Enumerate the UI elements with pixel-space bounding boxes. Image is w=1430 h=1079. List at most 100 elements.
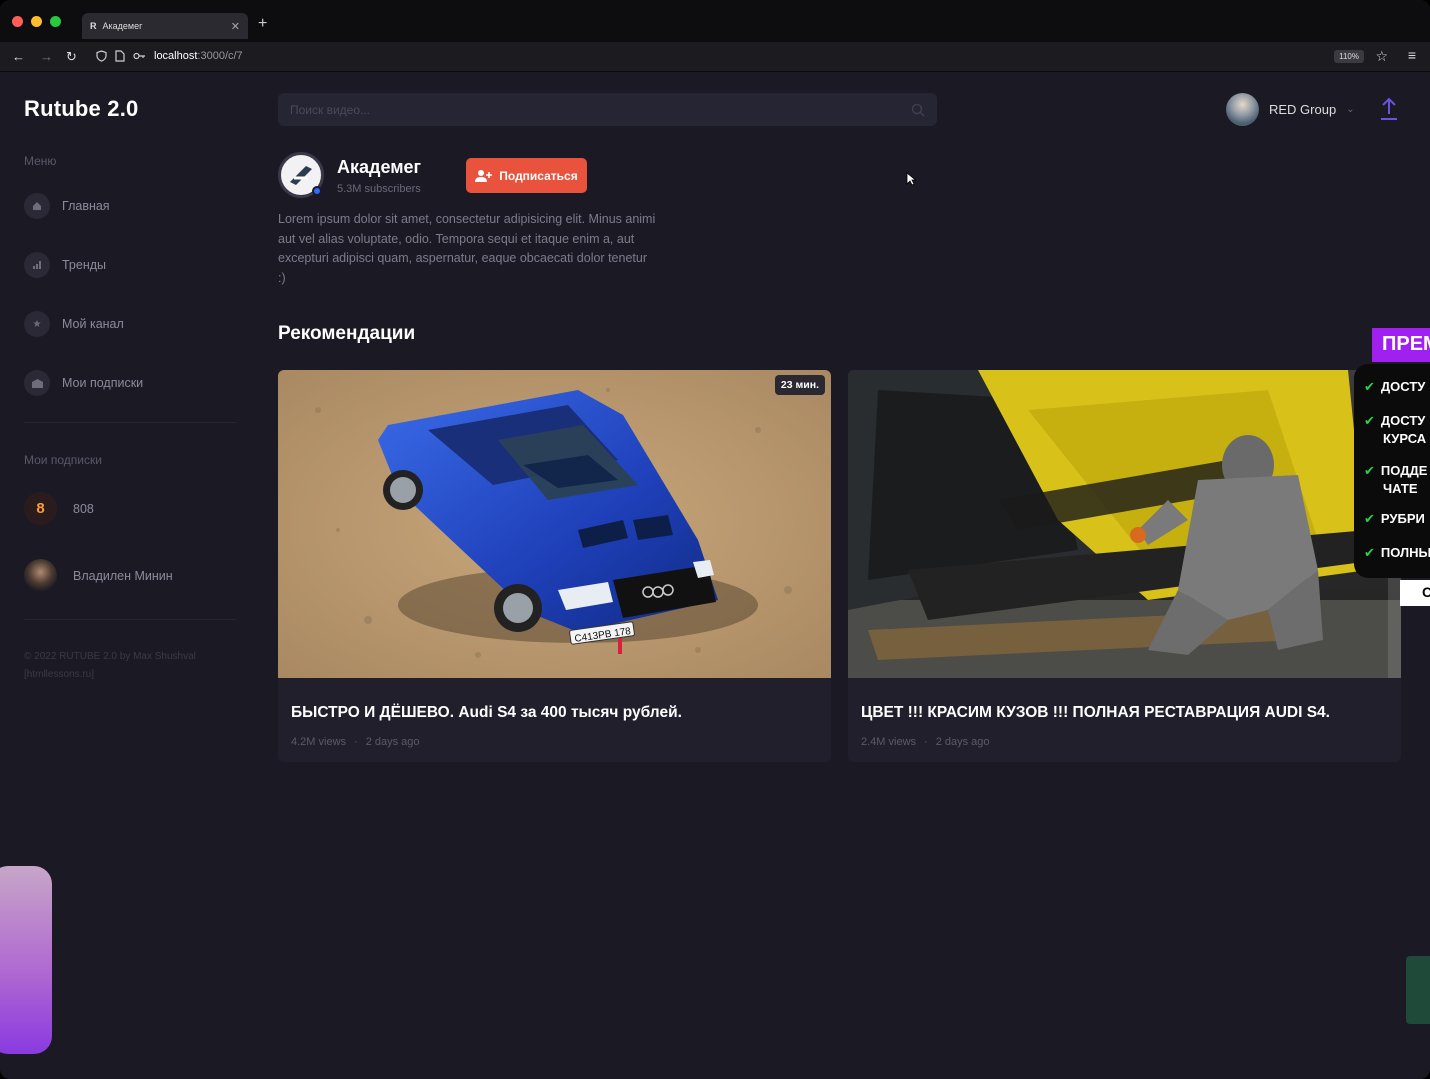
promo-line: ✔ ДОСТУ xyxy=(1364,379,1426,394)
tab-title: Академег xyxy=(102,21,143,31)
copyright-line: © 2022 RUTUBE 2.0 by Max Shushval xyxy=(24,651,196,662)
sidebar-item-label: Мой канал xyxy=(62,317,124,331)
sidebar-item-label: Тренды xyxy=(62,258,107,272)
subscriber-count: 5.3M subscribers xyxy=(337,183,421,195)
promo-header: ПРЕМ xyxy=(1372,328,1430,362)
url-path: :3000/c/7 xyxy=(197,50,243,62)
video-thumbnail[interactable] xyxy=(848,370,1401,678)
check-icon: ✔ xyxy=(1364,545,1375,560)
video-title[interactable]: БЫСТРО И ДЁШЕВО. Audi S4 за 400 тысяч ру… xyxy=(291,704,682,722)
channel-description: Lorem ipsum dolor sit amet, consectetur … xyxy=(278,212,656,285)
sidebar-divider xyxy=(24,619,236,620)
search-icon[interactable] xyxy=(911,103,925,117)
copyright-link[interactable]: [htmllessons.ru] xyxy=(24,666,196,684)
video-meta: 2.4M views · 2 days ago xyxy=(861,736,990,748)
sidebar-item-subscriptions[interactable]: Мои подписки xyxy=(24,370,143,396)
minimize-window-button[interactable] xyxy=(31,15,42,27)
subscriptions-section-title: Мои подписки xyxy=(24,453,102,467)
tab-close-icon[interactable]: ✕ xyxy=(231,20,240,33)
video-card[interactable]: С413РВ 178 23 мин. БЫСТРО И ДЁШЕВО. Audi… xyxy=(278,370,831,762)
profile-menu[interactable]: RED Group ⌄ xyxy=(1226,93,1355,126)
chevron-down-icon: ⌄ xyxy=(1346,104,1355,115)
section-title: Рекомендации xyxy=(278,323,416,344)
sidebar-item-my-channel[interactable]: ★ Мой канал xyxy=(24,311,124,337)
mouse-cursor-icon xyxy=(906,172,916,186)
chart-icon xyxy=(24,252,50,278)
video-title[interactable]: ЦВЕТ !!! КРАСИМ КУЗОВ !!! ПОЛНАЯ РЕСТАВР… xyxy=(861,704,1330,722)
new-tab-icon[interactable]: + xyxy=(258,15,267,33)
video-meta: 4.2M views · 2 days ago xyxy=(291,736,420,748)
promo-line: ✔ РУБРИ xyxy=(1364,511,1425,526)
maximize-window-button[interactable] xyxy=(50,15,61,27)
profile-name: RED Group xyxy=(1269,102,1337,117)
avatar xyxy=(1226,93,1259,126)
sidebar-item-home[interactable]: Главная xyxy=(24,193,110,219)
browser-titlebar: R Академег ✕ + xyxy=(0,0,1430,42)
meta-separator: · xyxy=(354,736,358,748)
subscribe-button[interactable]: Подписаться xyxy=(466,158,587,193)
reload-icon[interactable]: ↻ xyxy=(66,49,77,65)
key-icon xyxy=(133,52,145,60)
browser-navbar: ← → ↻ localhost:3000/c/7 110% ☆ ≡ xyxy=(0,42,1430,72)
view-count: 2.4M views xyxy=(861,736,917,748)
add-user-icon xyxy=(475,169,493,182)
floating-overlay xyxy=(0,866,52,1054)
check-icon: ✔ xyxy=(1364,463,1375,478)
video-thumbnail[interactable]: С413РВ 178 23 мин. xyxy=(278,370,831,678)
audi-car-image: С413РВ 178 xyxy=(278,370,831,678)
address-bar[interactable]: localhost:3000/c/7 xyxy=(96,50,243,62)
duration-badge: 23 мин. xyxy=(774,375,825,395)
sidebar-item-label: Главная xyxy=(62,199,110,213)
promo-footer: С xyxy=(1400,580,1430,606)
upload-age: 2 days ago xyxy=(935,736,990,748)
avatar xyxy=(24,559,57,592)
check-icon: ✔ xyxy=(1364,511,1375,526)
paint-booth-image xyxy=(848,370,1401,678)
hamburger-menu-icon[interactable]: ≡ xyxy=(1408,47,1416,63)
browser-window: R Академег ✕ + ← → ↻ localhost:3000/c/7 … xyxy=(0,0,1430,1079)
app-logo[interactable]: Rutube 2.0 xyxy=(24,96,138,122)
upload-icon[interactable] xyxy=(1380,97,1398,121)
subscription-name: 808 xyxy=(73,501,94,516)
check-icon: ✔ xyxy=(1364,379,1375,394)
promo-line: ✔ ПОЛНЫ xyxy=(1364,545,1430,560)
sidebar-divider xyxy=(24,422,236,423)
channel-name: Академег xyxy=(337,157,422,177)
subscription-item[interactable]: Владилен Минин xyxy=(24,559,173,592)
window-controls xyxy=(12,15,61,27)
copyright: © 2022 RUTUBE 2.0 by Max Shushval [htmll… xyxy=(24,648,196,684)
subscription-item[interactable]: 8 808 xyxy=(24,492,94,525)
search-bar xyxy=(278,93,937,126)
meta-separator: · xyxy=(924,736,928,748)
view-count: 4.2M views xyxy=(291,736,347,748)
promo-body: ✔ ДОСТУ ✔ ДОСТУ КУРСА ✔ ПОДДЕ ЧАТЕ ✔ РУБРИ ✔… xyxy=(1354,364,1430,578)
menu-section-title: Меню xyxy=(24,154,57,168)
avatar: 8 xyxy=(24,492,57,525)
video-card[interactable]: ЦВЕТ !!! КРАСИМ КУЗОВ !!! ПОЛНАЯ РЕСТАВР… xyxy=(848,370,1401,762)
channel-logo-icon xyxy=(290,166,312,185)
promo-line: ✔ ПОДДЕ xyxy=(1364,463,1428,478)
bookmark-star-icon[interactable]: ☆ xyxy=(1375,48,1388,65)
sidebar-item-label: Мои подписки xyxy=(62,376,144,390)
home-icon xyxy=(24,193,50,219)
search-input[interactable] xyxy=(290,102,911,117)
back-icon[interactable]: ← xyxy=(12,49,25,64)
premium-promo-overlay: ПРЕМ ✔ДОСТУ ✔ДОСТУ КУРСА ✔ПОДДЕ ЧАТЕ ✔РУ… xyxy=(1352,328,1430,608)
browser-tab[interactable]: R Академег ✕ xyxy=(82,13,248,39)
upload-age: 2 days ago xyxy=(365,736,420,748)
check-icon: ✔ xyxy=(1364,413,1375,428)
verified-badge xyxy=(312,186,322,196)
promo-line: ✔ ДОСТУ xyxy=(1364,413,1426,428)
folder-icon xyxy=(24,370,50,396)
tab-favicon-icon: R xyxy=(90,21,97,31)
sidebar-item-trends[interactable]: Тренды xyxy=(24,252,106,278)
promo-line: ЧАТЕ xyxy=(1383,481,1418,496)
page-icon xyxy=(115,50,125,62)
shield-icon xyxy=(96,50,107,62)
zoom-badge[interactable]: 110% xyxy=(1334,50,1364,63)
close-window-button[interactable] xyxy=(12,15,23,27)
url-host: localhost xyxy=(154,50,198,62)
floating-overlay xyxy=(1406,956,1430,1024)
promo-line: КУРСА xyxy=(1383,431,1427,446)
forward-icon[interactable]: → xyxy=(40,49,53,64)
